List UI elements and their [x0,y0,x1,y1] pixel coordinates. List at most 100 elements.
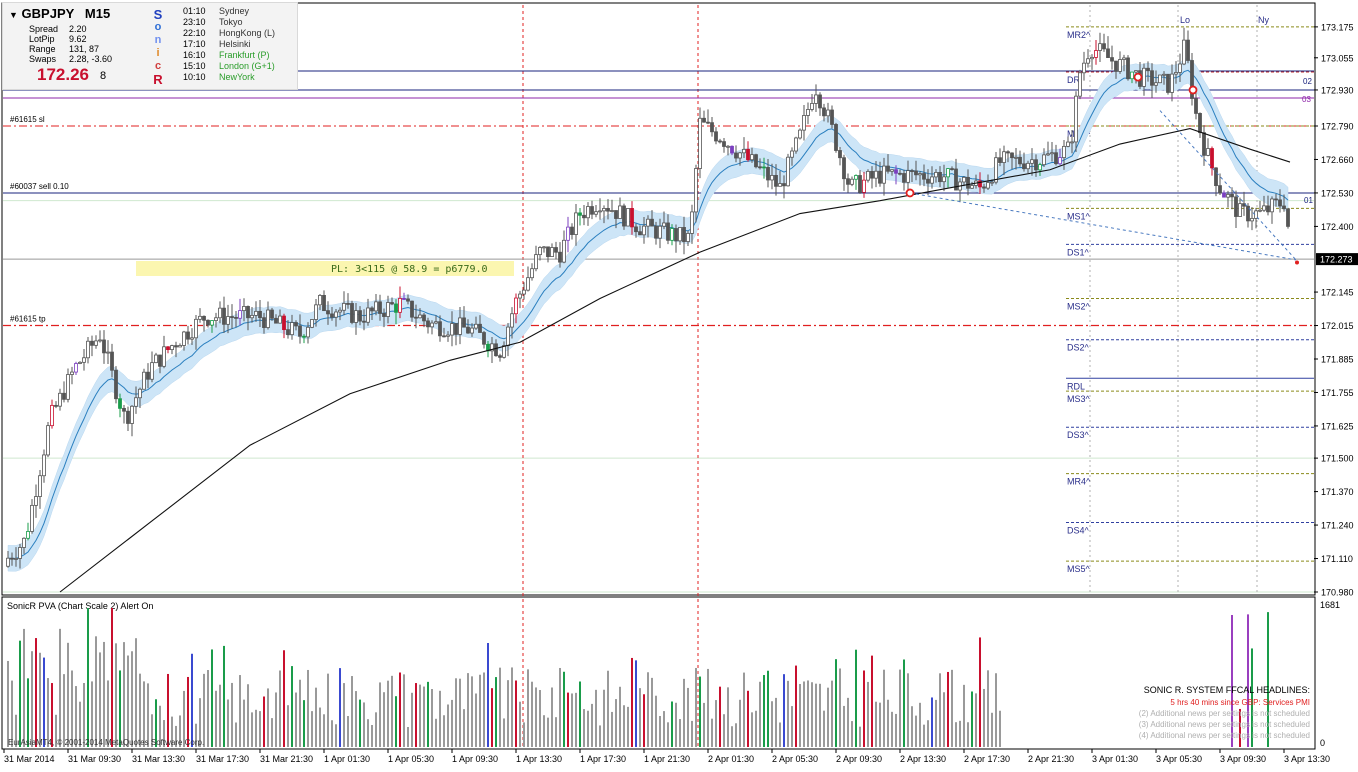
candle-body [1166,73,1170,93]
lotpip-label: LotPip [29,34,55,44]
candle-body [598,210,602,213]
candle-body [410,300,414,318]
session-row: 10:10 NewYork [183,72,293,83]
candle-body [582,214,586,219]
copyright-text: EurAsiaMT4, © 2001-2014 MetaQuotes Softw… [8,738,204,747]
sonic-letter: S [153,7,163,22]
candle-body [702,117,706,123]
candle-body [362,320,366,323]
time-axis-label: 3 Apr 01:30 [1092,754,1138,764]
candle-body [1194,98,1198,114]
candle-body [654,225,658,239]
spread-label: Spread [29,24,59,34]
candle-body [238,310,242,319]
candle-body [114,369,118,400]
time-axis-label: 2 Apr 01:30 [708,754,754,764]
candle-body [266,309,270,328]
candle-body [282,315,286,331]
headline-item: (3) Additional news per settings is not … [1139,720,1310,729]
headlines-title: SONIC R. SYSTEM FFCAL HEADLINES: [1144,685,1310,695]
candle-body [774,174,778,187]
candle-body [322,295,326,312]
candle-body [142,371,146,390]
session-name: Sydney [219,6,250,16]
candle-body [562,239,566,263]
candle-body [502,345,506,358]
candle-body [194,318,198,339]
time-axis-label: 31 Mar 09:30 [68,754,121,764]
candle-body [66,374,70,400]
candle-body [1058,157,1062,165]
symbol-title[interactable]: ▼ GBPJPY M15 [9,6,110,21]
candle-body [1278,199,1282,207]
candle-body [10,557,14,560]
candle-body [1082,62,1086,74]
candle-body [1170,73,1174,93]
time-axis-label: 1 Apr 21:30 [644,754,690,764]
candle-body [890,169,894,172]
candle-body [798,129,802,139]
candle-body [122,407,126,412]
candle-body [778,183,782,187]
candle-body [818,94,822,109]
swaps-value: 2.28, -3.60 [69,54,113,64]
candle-body [366,307,370,323]
candle-body [694,168,698,213]
candle-body [898,172,902,175]
candle-body [770,174,774,181]
price-axis-label: 172.790 [1321,122,1354,132]
candle-body [858,175,862,193]
candle-body [370,307,374,312]
candle-body [1134,70,1138,73]
candle-body [130,405,134,424]
candle-body [542,246,546,249]
candle-body [382,313,386,317]
candle-body [942,176,946,183]
chart-canvas[interactable]: MR2^DRMR1^MS1^DS1^MS2^DS2^RDLMS3^DS3^MR4… [0,0,1358,767]
lotpip-row: LotPip 9.62 [29,34,87,44]
candle-body [1162,73,1166,76]
candle-body [606,208,610,212]
candle-body [1026,162,1030,170]
candle-body [814,94,818,104]
candle-body [1230,194,1234,198]
candle-body [1086,58,1090,64]
candle-body [638,231,642,236]
price-axis-label: 173.175 [1321,22,1354,32]
candle-body [274,317,278,324]
candle-body [1054,152,1058,165]
candle-body [302,335,306,338]
candle-body [526,277,530,291]
candle-body [658,225,662,239]
pivot-label: MS2^ [1067,302,1091,312]
candle-body [402,298,406,300]
pivot-label: MR4^ [1067,477,1091,487]
session-row: 23:10 Tokyo [183,17,293,28]
candle-body [626,208,630,227]
market-sessions-list: 01:10 Sydney 23:10 Tokyo 22:10 HongKong (L) 17… [183,6,293,83]
candle-body [1198,113,1202,134]
candle-body [842,157,846,180]
chart-window[interactable]: MR2^DRMR1^MS1^DS1^MS2^DS2^RDLMS3^DS3^MR4… [0,0,1358,767]
candle-body [962,176,966,183]
candle-body [618,205,622,219]
candle-body [762,166,766,169]
candle-body [594,211,598,215]
candle-body [990,181,994,184]
candle-body [50,404,54,427]
candle-body [994,157,998,183]
candle-body [1218,185,1222,194]
candle-body [1110,57,1114,62]
trade-label: #61615 sl [10,115,45,124]
candle-body [38,475,42,497]
price-axis-label: 172.930 [1321,85,1354,95]
session-time: 10:10 [183,72,206,82]
candle-body [514,297,518,315]
candle-body [1146,67,1150,72]
candle-body [650,218,654,227]
candle-body [390,302,394,305]
dropdown-triangle-icon[interactable]: ▼ [9,10,18,20]
candle-body [558,251,562,263]
session-time: 23:10 [183,17,206,27]
candle-body [106,351,110,354]
